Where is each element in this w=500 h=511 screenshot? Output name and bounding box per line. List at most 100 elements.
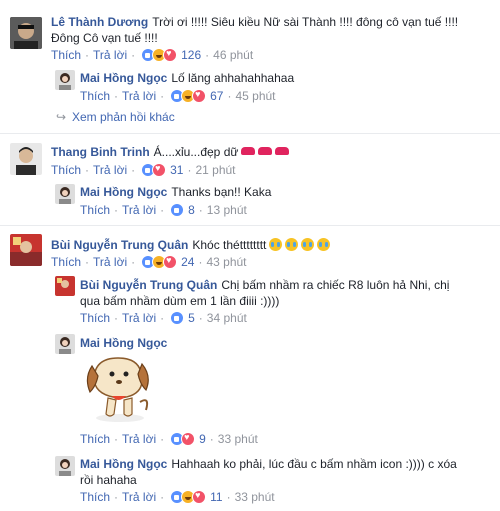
comment-text: Lố lăng ahhahahhahaa <box>171 71 295 85</box>
timestamp[interactable]: 45 phút <box>235 89 275 103</box>
reaction-icons[interactable] <box>170 203 185 217</box>
timestamp[interactable]: 46 phút <box>213 48 253 62</box>
separator: · <box>198 203 203 217</box>
reaction-count[interactable]: 11 <box>210 490 222 504</box>
view-more-replies-label[interactable]: Xem phản hồi khác <box>72 110 175 124</box>
avatar-image <box>10 17 42 49</box>
avatar-image <box>10 234 42 266</box>
avatar-image <box>55 70 75 90</box>
like-reaction-icon <box>170 203 185 217</box>
timestamp[interactable]: 43 phút <box>206 255 246 269</box>
crying-emoji-icon <box>317 238 331 251</box>
avatar-image <box>55 184 75 204</box>
commenter-name[interactable]: Bùi Nguyễn Trung Quân <box>80 278 217 292</box>
commenter-name[interactable]: Lê Thành Dương <box>51 15 148 29</box>
reaction-count[interactable]: 126 <box>181 48 201 62</box>
reaction-count[interactable]: 31 <box>170 163 183 177</box>
separator: · <box>187 163 192 177</box>
avatar[interactable] <box>10 143 42 175</box>
commenter-name[interactable]: Bùi Nguyễn Trung Quân <box>51 238 188 252</box>
separator: · <box>198 255 203 269</box>
reply-link[interactable]: Trả lời <box>122 203 156 217</box>
commenter-name[interactable]: Thang Binh Trinh <box>51 145 150 159</box>
comment-text: Khóc thétttttttt <box>192 238 267 252</box>
reply-link[interactable]: Trả lời <box>93 48 127 62</box>
dog-sticker[interactable] <box>80 352 158 426</box>
separator: · <box>85 255 90 269</box>
view-more-replies[interactable]: ↪ Xem phản hồi khác <box>56 110 175 124</box>
reaction-count[interactable]: 8 <box>188 203 195 217</box>
comment-text: Hahhaah ko phải, lúc đầu c bấm nhầm icon… <box>171 457 457 471</box>
timestamp[interactable]: 13 phút <box>207 203 247 217</box>
divider <box>0 133 500 134</box>
commenter-name[interactable]: Mai Hồng Ngọc <box>80 185 167 199</box>
timestamp[interactable]: 33 phút <box>235 490 275 504</box>
comment-text: qua bấm nhầm dùm em 1 lần điiii :)))) <box>80 294 280 308</box>
reply-arrow-icon: ↪ <box>56 110 67 124</box>
separator: · <box>209 432 214 446</box>
reply-link[interactable]: Trả lời <box>122 490 156 504</box>
separator: · <box>160 203 165 217</box>
dog-sticker-image <box>86 357 149 422</box>
avatar[interactable] <box>55 456 75 476</box>
like-link[interactable]: Thích <box>80 311 110 325</box>
reaction-icons[interactable] <box>141 48 178 62</box>
separator: · <box>85 48 90 62</box>
love-reaction-icon <box>192 89 207 103</box>
reaction-icons[interactable] <box>170 89 207 103</box>
separator: · <box>226 490 231 504</box>
reaction-icons[interactable] <box>141 255 178 269</box>
timestamp[interactable]: 33 phút <box>218 432 258 446</box>
crying-emoji-icon <box>285 238 299 251</box>
divider <box>0 225 500 226</box>
separator: · <box>114 89 119 103</box>
separator: · <box>160 490 165 504</box>
crying-emoji-icon <box>301 238 315 251</box>
reaction-count[interactable]: 24 <box>181 255 194 269</box>
timestamp[interactable]: 34 phút <box>207 311 247 325</box>
avatar[interactable] <box>55 334 75 354</box>
comment-text: Chị bấm nhầm ra chiếc R8 luôn hả Nhi, ch… <box>221 278 450 292</box>
reply-link[interactable]: Trả lời <box>93 163 127 177</box>
like-link[interactable]: Thích <box>80 89 110 103</box>
avatar[interactable] <box>55 70 75 90</box>
avatar[interactable] <box>55 184 75 204</box>
like-link[interactable]: Thích <box>51 255 81 269</box>
like-link[interactable]: Thích <box>51 48 81 62</box>
reply-link[interactable]: Trả lời <box>122 432 156 446</box>
avatar[interactable] <box>10 17 42 49</box>
car-emoji-icon <box>258 147 273 155</box>
timestamp[interactable]: 21 phút <box>195 163 235 177</box>
reaction-count[interactable]: 9 <box>199 432 206 446</box>
comment-text: Trời ơi !!!!! Siêu kiều Nữ sài Thành !!!… <box>152 15 459 29</box>
love-reaction-icon <box>152 163 167 177</box>
car-emoji-icon <box>241 147 256 155</box>
like-link[interactable]: Thích <box>80 490 110 504</box>
reaction-count[interactable]: 5 <box>188 311 195 325</box>
love-reaction-icon <box>163 255 178 269</box>
reply-link[interactable]: Trả lời <box>122 89 156 103</box>
like-link[interactable]: Thích <box>80 432 110 446</box>
like-link[interactable]: Thích <box>51 163 81 177</box>
like-link[interactable]: Thích <box>80 203 110 217</box>
commenter-name[interactable]: Mai Hồng Ngọc <box>80 71 167 85</box>
reaction-icons[interactable] <box>170 311 185 325</box>
reaction-icons[interactable] <box>170 490 207 504</box>
reply-link[interactable]: Trả lời <box>93 255 127 269</box>
separator: · <box>227 89 232 103</box>
separator: · <box>114 311 119 325</box>
separator: · <box>114 432 119 446</box>
comment-text: Á....xỉu...đẹp dữ <box>153 145 239 159</box>
avatar[interactable] <box>10 234 42 266</box>
commenter-name[interactable]: Mai Hồng Ngọc <box>80 457 167 471</box>
reaction-icons[interactable] <box>141 163 167 177</box>
comment-text: Thanks bạn!! Kaka <box>171 185 272 199</box>
reaction-count[interactable]: 67 <box>210 89 223 103</box>
separator: · <box>114 490 119 504</box>
reaction-icons[interactable] <box>170 432 196 446</box>
reply-link[interactable]: Trả lời <box>122 311 156 325</box>
separator: · <box>131 255 136 269</box>
avatar-image <box>55 276 75 296</box>
commenter-name[interactable]: Mai Hồng Ngọc <box>80 336 167 350</box>
avatar[interactable] <box>55 276 75 296</box>
